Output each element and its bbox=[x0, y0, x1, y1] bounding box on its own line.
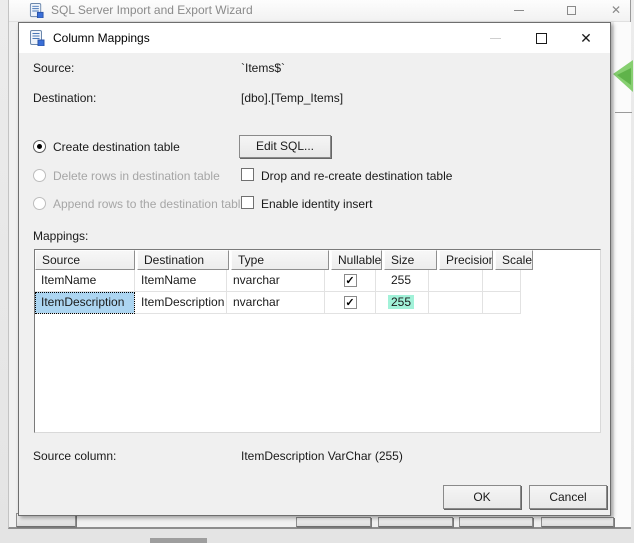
wizard-title: SQL Server Import and Export Wizard bbox=[51, 3, 253, 17]
nullable-checkbox[interactable]: ✓ bbox=[344, 296, 357, 309]
cell-destination[interactable]: ItemDescription bbox=[135, 292, 227, 314]
column-mappings-dialog: Column Mappings ✕ Source: `Items$` Desti… bbox=[18, 22, 611, 516]
table-row-selected: ItemDescription ItemDescription nvarchar… bbox=[35, 292, 600, 314]
cell-source[interactable]: ItemName bbox=[35, 270, 135, 292]
dialog-maximize-button[interactable] bbox=[524, 27, 558, 49]
source-label: Source: bbox=[33, 61, 74, 75]
ok-button[interactable]: OK bbox=[443, 485, 521, 509]
cell-precision[interactable] bbox=[429, 270, 483, 292]
grid-header-size[interactable]: Size bbox=[384, 250, 437, 270]
cell-source-selected[interactable]: ItemDescription bbox=[35, 292, 135, 314]
wizard-close-button[interactable]: ✕ bbox=[601, 0, 631, 21]
wizard-app-icon bbox=[29, 3, 44, 18]
wizard-finish-button-partial[interactable] bbox=[459, 517, 533, 527]
nullable-checkbox[interactable]: ✓ bbox=[344, 274, 357, 287]
source-value: `Items$` bbox=[241, 61, 285, 75]
dialog-title: Column Mappings bbox=[53, 31, 150, 45]
wizard-header-divider bbox=[615, 112, 632, 113]
grid-header-row: Source Destination Type Nullable Size Pr… bbox=[35, 250, 600, 270]
size-highlighted-value: 255 bbox=[388, 295, 414, 309]
grid-header-source[interactable]: Source bbox=[35, 250, 135, 270]
cell-size[interactable]: 255 bbox=[376, 292, 429, 314]
background-window-fragment bbox=[150, 538, 207, 543]
wizard-content-strip bbox=[614, 22, 631, 527]
cell-destination[interactable]: ItemName bbox=[135, 270, 227, 292]
radio-create-destination-table[interactable] bbox=[33, 140, 46, 153]
cell-scale[interactable] bbox=[483, 292, 521, 314]
grid-header-type[interactable]: Type bbox=[231, 250, 329, 270]
radio-delete-rows bbox=[33, 169, 46, 182]
radio-delete-label: Delete rows in destination table bbox=[53, 169, 220, 183]
radio-append-rows bbox=[33, 197, 46, 210]
mappings-label: Mappings: bbox=[33, 229, 88, 243]
wizard-back-button-partial[interactable] bbox=[296, 517, 371, 527]
cell-nullable[interactable]: ✓ bbox=[325, 270, 376, 292]
cell-nullable[interactable]: ✓ bbox=[325, 292, 376, 314]
wizard-next-button-partial[interactable] bbox=[378, 517, 453, 527]
grid-header-precision[interactable]: Precision bbox=[439, 250, 493, 270]
grid-header-nullable[interactable]: Nullable bbox=[331, 250, 382, 270]
dialog-titlebar[interactable]: Column Mappings ✕ bbox=[19, 23, 610, 53]
checkbox-enable-identity-label[interactable]: Enable identity insert bbox=[261, 197, 372, 211]
wizard-green-arrow-graphic bbox=[613, 60, 633, 92]
wizard-minimize-button[interactable] bbox=[504, 0, 534, 21]
wizard-cancel-button-partial[interactable] bbox=[541, 517, 614, 527]
dialog-app-icon bbox=[29, 30, 45, 46]
checkbox-drop-recreate-label[interactable]: Drop and re-create destination table bbox=[261, 169, 452, 183]
grid-header-scale[interactable]: Scale bbox=[495, 250, 533, 270]
radio-append-label: Append rows to the destination table bbox=[53, 197, 247, 211]
grid-header-destination[interactable]: Destination bbox=[137, 250, 229, 270]
mappings-grid: Source Destination Type Nullable Size Pr… bbox=[34, 249, 601, 433]
dialog-close-button[interactable]: ✕ bbox=[569, 27, 603, 49]
wizard-maximize-button[interactable] bbox=[556, 0, 586, 21]
destination-value: [dbo].[Temp_Items] bbox=[241, 91, 343, 105]
radio-create-label[interactable]: Create destination table bbox=[53, 140, 180, 154]
source-column-value: ItemDescription VarChar (255) bbox=[241, 449, 403, 463]
checkbox-enable-identity[interactable] bbox=[241, 196, 254, 209]
cell-size[interactable]: 255 bbox=[376, 270, 429, 292]
edit-sql-button[interactable]: Edit SQL... bbox=[239, 135, 331, 158]
table-row: ItemName ItemName nvarchar ✓ 255 bbox=[35, 270, 600, 292]
destination-label: Destination: bbox=[33, 91, 96, 105]
wizard-titlebar[interactable]: SQL Server Import and Export Wizard ✕ bbox=[9, 0, 630, 22]
checkbox-drop-recreate[interactable] bbox=[241, 168, 254, 181]
cell-scale[interactable] bbox=[483, 270, 521, 292]
source-column-label: Source column: bbox=[33, 449, 116, 463]
cell-precision[interactable] bbox=[429, 292, 483, 314]
cell-type[interactable]: nvarchar bbox=[227, 270, 325, 292]
cell-type[interactable]: nvarchar bbox=[227, 292, 325, 314]
dialog-minimize-button bbox=[478, 27, 512, 49]
cancel-button[interactable]: Cancel bbox=[529, 485, 607, 509]
screen: SQL Server Import and Export Wizard ✕ Co… bbox=[0, 0, 634, 543]
